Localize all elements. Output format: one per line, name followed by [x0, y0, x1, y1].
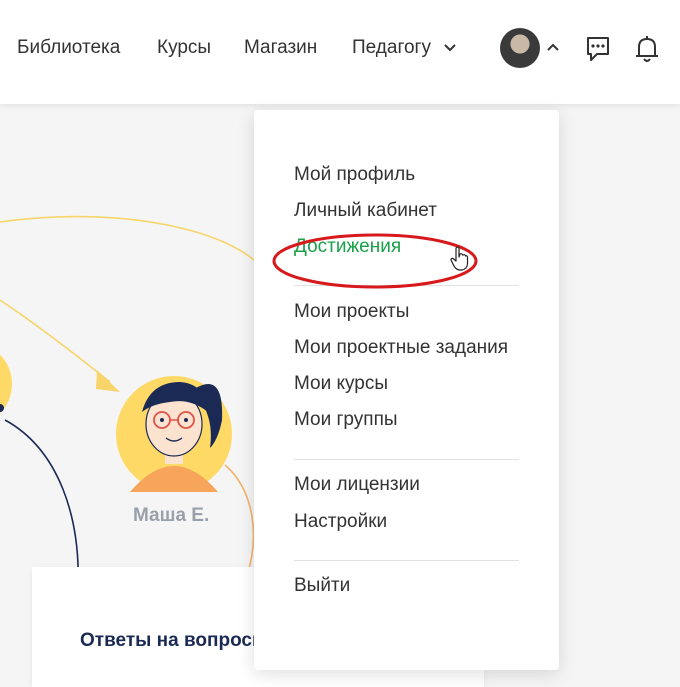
chat-icon[interactable] — [585, 35, 611, 63]
menu-item-my-groups[interactable]: Мои группы — [294, 409, 398, 431]
menu-item-logout[interactable]: Выйти — [294, 575, 350, 597]
hand-cursor-icon — [450, 246, 469, 271]
menu-item-settings[interactable]: Настройки — [294, 511, 387, 533]
menu-divider — [294, 285, 519, 286]
top-navigation-bar: Библиотека Курсы Магазин Педагогу — [0, 0, 680, 104]
nav-link-teacher[interactable]: Педагогу — [352, 37, 431, 59]
menu-divider — [294, 560, 519, 561]
character-name: Маша Е. — [133, 505, 210, 526]
bell-icon[interactable] — [634, 34, 660, 64]
chevron-down-icon[interactable] — [443, 43, 457, 53]
menu-item-my-project-tasks[interactable]: Мои проектные задания — [294, 337, 508, 359]
menu-item-my-licenses[interactable]: Мои лицензии — [294, 474, 420, 496]
menu-item-my-projects[interactable]: Мои проекты — [294, 301, 409, 323]
masha-avatar — [116, 376, 232, 492]
menu-item-personal-account[interactable]: Личный кабинет — [294, 200, 437, 222]
menu-item-achievements[interactable]: Достижения — [294, 236, 401, 258]
user-dropdown-menu: Мой профиль Личный кабинет Достижения Мо… — [254, 110, 559, 670]
menu-item-my-courses[interactable]: Мои курсы — [294, 373, 388, 395]
nav-link-shop[interactable]: Магазин — [244, 37, 317, 59]
menu-divider — [294, 459, 519, 460]
nav-link-courses[interactable]: Курсы — [157, 37, 211, 59]
chevron-up-icon[interactable] — [546, 42, 560, 52]
card-title: Ответы на вопросы — [80, 630, 269, 651]
menu-item-my-profile[interactable]: Мой профиль — [294, 164, 415, 186]
avatar[interactable] — [500, 28, 540, 68]
nav-link-library[interactable]: Библиотека — [17, 37, 120, 59]
